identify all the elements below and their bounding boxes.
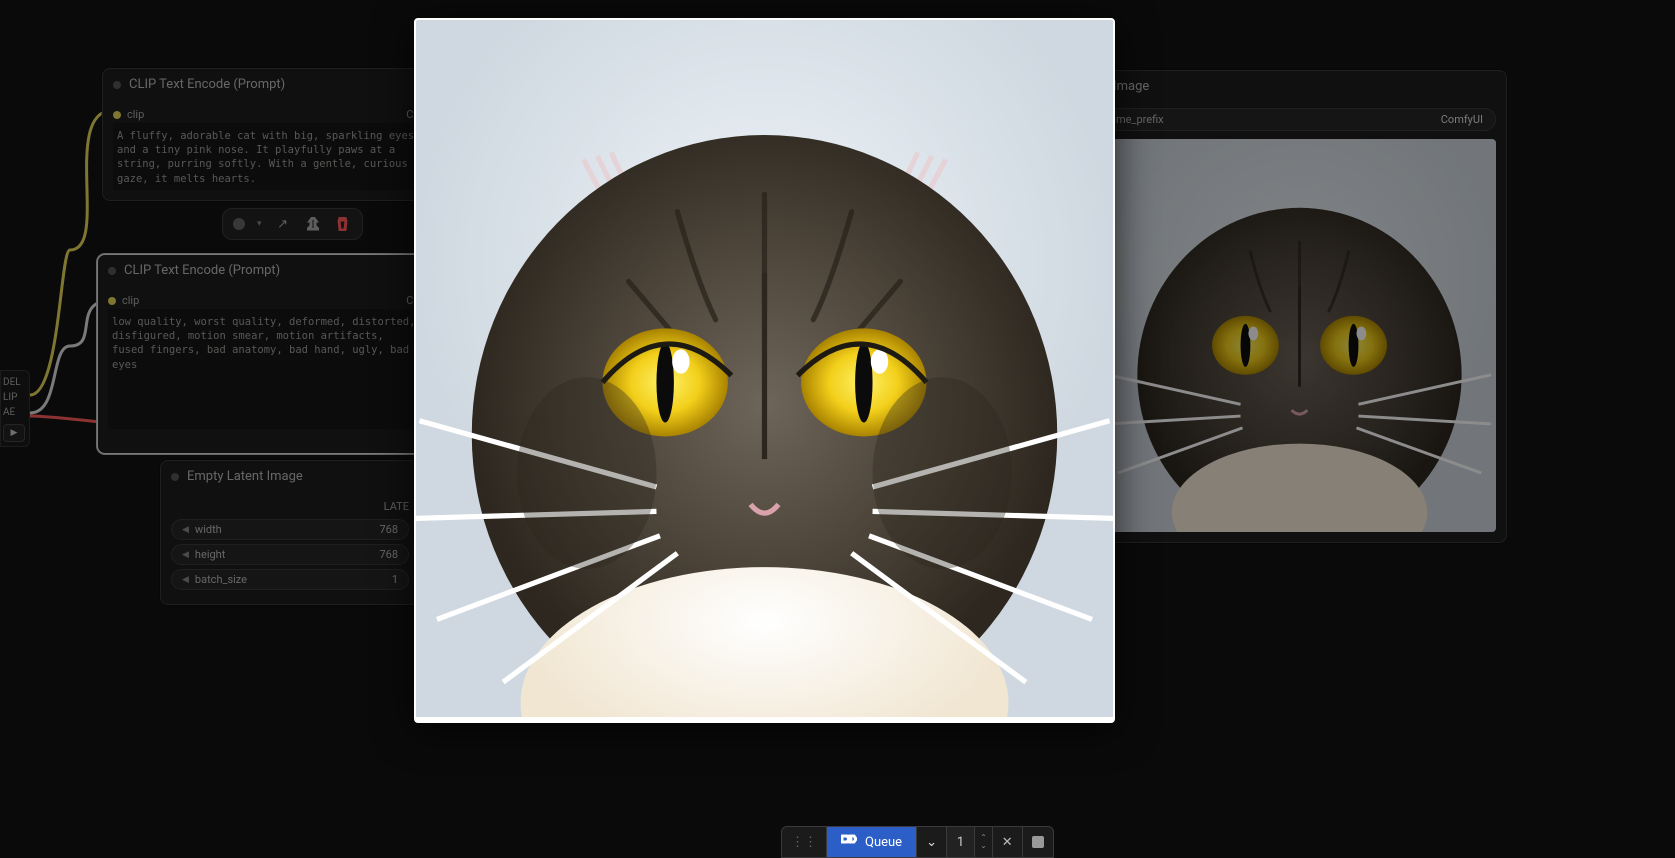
node-header[interactable]: CLIP Text Encode (Prompt) — [98, 255, 431, 286]
dock-output-vae-label: AE — [3, 407, 15, 418]
dock-output-clip: LIP — [3, 390, 27, 405]
queue-button[interactable]: Queue — [827, 827, 917, 857]
input-port-label: clip — [127, 108, 144, 121]
chevron-left-icon[interactable]: ◀ — [182, 550, 189, 560]
param-height[interactable]: ◀ height 768 — [171, 544, 409, 565]
node-title: Empty Latent Image — [187, 469, 303, 484]
workflow-run-icon — [841, 833, 857, 851]
param-label: height — [195, 548, 225, 561]
param-width[interactable]: ◀ width 768 — [171, 519, 409, 540]
queue-count[interactable]: 1 — [947, 827, 975, 857]
chevron-left-icon[interactable]: ◀ — [182, 525, 189, 535]
dock-output-model-label: DEL — [3, 377, 21, 388]
chevron-down-icon[interactable]: ⌄ — [980, 842, 987, 850]
stop-button[interactable] — [1023, 827, 1053, 857]
param-value: 1 — [392, 573, 398, 586]
prompt-textarea[interactable]: A fluffy, adorable cat with big, sparkli… — [113, 123, 421, 190]
node-title: CLIP Text Encode (Prompt) — [124, 263, 280, 278]
filename-prefix-value: ComfyUI — [1441, 113, 1483, 126]
node-clip-negative[interactable]: CLIP Text Encode (Prompt) clip CO low qu… — [97, 254, 432, 454]
dock-output-clip-label: LIP — [3, 392, 17, 403]
param-label: batch_size — [195, 573, 247, 586]
node-save-image[interactable]: e Image me_prefix ComfyUI — [1092, 70, 1507, 543]
stop-icon — [1032, 836, 1044, 848]
minimized-node-dock[interactable]: DEL LIP AE ▶ — [0, 370, 30, 447]
node-clip-positive[interactable]: CLIP Text Encode (Prompt) clip CO A fluf… — [102, 68, 432, 201]
queue-button-label: Queue — [865, 835, 902, 850]
node-status-indicator — [171, 473, 179, 481]
input-port-label: clip — [122, 294, 139, 307]
queue-bar[interactable]: ⋮⋮ Queue ⌄ 1 ⌃ ⌄ ✕ — [781, 826, 1054, 858]
filename-prefix-label: me_prefix — [1116, 113, 1164, 126]
input-port-clip[interactable] — [108, 297, 116, 305]
cat-image-icon — [1103, 139, 1496, 532]
param-label: width — [195, 523, 222, 536]
output-image-preview[interactable] — [1103, 139, 1496, 532]
bypass-icon[interactable]: ↗ — [274, 215, 292, 233]
pin-icon[interactable] — [304, 215, 322, 233]
dock-output-model: DEL — [3, 375, 27, 390]
play-icon[interactable]: ▶ — [3, 424, 25, 442]
close-icon: ✕ — [1002, 835, 1013, 850]
output-port-label: LATE — [384, 500, 409, 513]
node-status-indicator — [108, 267, 116, 275]
node-header[interactable]: CLIP Text Encode (Prompt) — [103, 69, 431, 100]
node-header[interactable]: Empty Latent Image — [161, 461, 419, 492]
queue-options-dropdown[interactable]: ⌄ — [917, 827, 947, 857]
node-status-indicator — [113, 81, 121, 89]
color-swatch-icon[interactable] — [233, 218, 245, 230]
node-title: CLIP Text Encode (Prompt) — [129, 77, 285, 92]
input-port-clip[interactable] — [113, 111, 121, 119]
chevron-down-icon[interactable]: ▾ — [257, 219, 262, 229]
node-toolbar[interactable]: ▾ ↗ — [222, 208, 363, 240]
grip-handle-icon[interactable]: ⋮⋮ — [782, 827, 827, 857]
node-header[interactable]: e Image — [1093, 71, 1506, 102]
trash-icon[interactable] — [334, 215, 352, 233]
image-lightbox[interactable] — [414, 18, 1115, 723]
param-value: 768 — [379, 548, 398, 561]
cancel-button[interactable]: ✕ — [993, 827, 1023, 857]
prompt-textarea[interactable]: low quality, worst quality, deformed, di… — [108, 309, 421, 429]
param-value: 768 — [379, 523, 398, 536]
queue-count-stepper[interactable]: ⌃ ⌄ — [975, 827, 993, 857]
chevron-left-icon[interactable]: ◀ — [182, 575, 189, 585]
filename-prefix-field[interactable]: me_prefix ComfyUI — [1103, 108, 1496, 131]
cat-image-icon — [416, 20, 1113, 717]
chevron-down-icon: ⌄ — [926, 835, 937, 850]
node-empty-latent[interactable]: Empty Latent Image LATE ◀ width 768 ◀ heig… — [160, 460, 420, 605]
dock-output-vae: AE — [3, 405, 27, 420]
param-batch-size[interactable]: ◀ batch_size 1 — [171, 569, 409, 590]
